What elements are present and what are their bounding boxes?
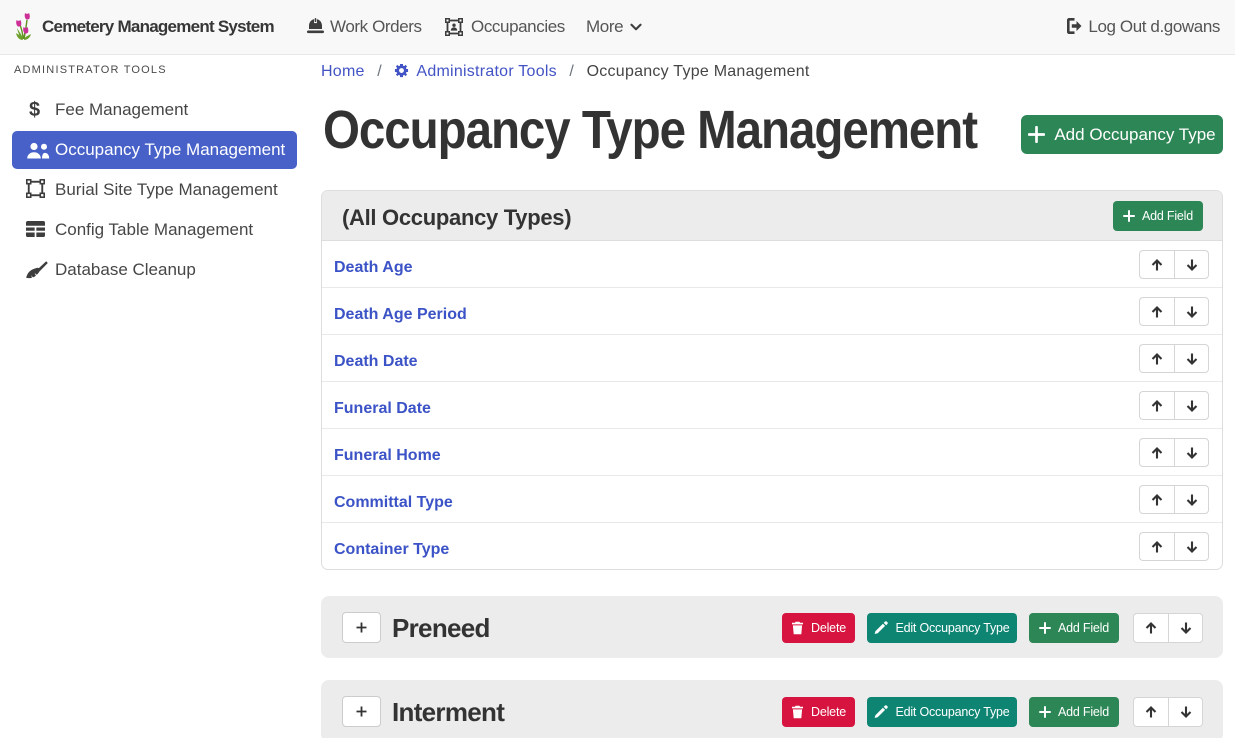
- svg-text:$: $: [29, 99, 40, 121]
